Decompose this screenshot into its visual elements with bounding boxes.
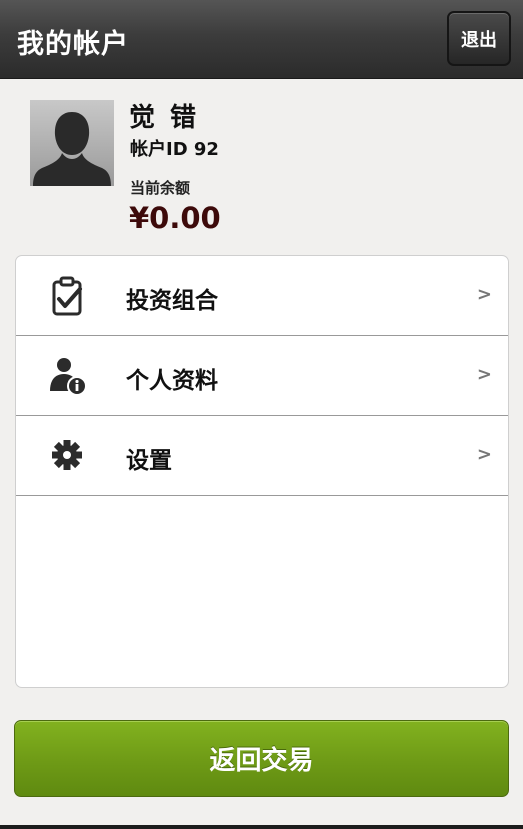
user-info-icon (47, 355, 87, 397)
menu-item-profile[interactable]: 个人资料 > (16, 336, 508, 416)
bottom-bar (0, 825, 523, 829)
account-id: 帐户ID 92 (130, 139, 219, 160)
clipboard-check-icon (47, 275, 87, 317)
chevron-right-icon: > (476, 284, 492, 305)
back-to-trade-button[interactable]: 返回交易 (14, 720, 509, 797)
menu-item-label: 个人资料 (126, 368, 218, 394)
menu-item-portfolio[interactable]: 投资组合 > (16, 256, 508, 336)
gear-icon (47, 435, 87, 477)
menu-item-label: 设置 (126, 448, 172, 474)
menu-list: 投资组合 > 个人资料 > 设置 > (15, 255, 509, 688)
user-silhouette-icon (33, 112, 111, 186)
balance-label: 当前余额 (130, 179, 191, 197)
avatar (30, 100, 114, 186)
logout-button[interactable]: 退出 (447, 11, 511, 66)
chevron-right-icon: > (476, 444, 492, 465)
menu-item-label: 投资组合 (126, 288, 218, 314)
balance-value: ¥0.00 (129, 201, 221, 235)
page-title: 我的帐户 (17, 29, 129, 60)
chevron-right-icon: > (476, 364, 492, 385)
menu-item-settings[interactable]: 设置 > (16, 416, 508, 496)
app-header: 我的帐户 退出 (0, 0, 523, 79)
user-name: 觉 错 (129, 103, 200, 133)
profile-section: 觉 错 帐户ID 92 当前余额 ¥0.00 (0, 79, 523, 255)
